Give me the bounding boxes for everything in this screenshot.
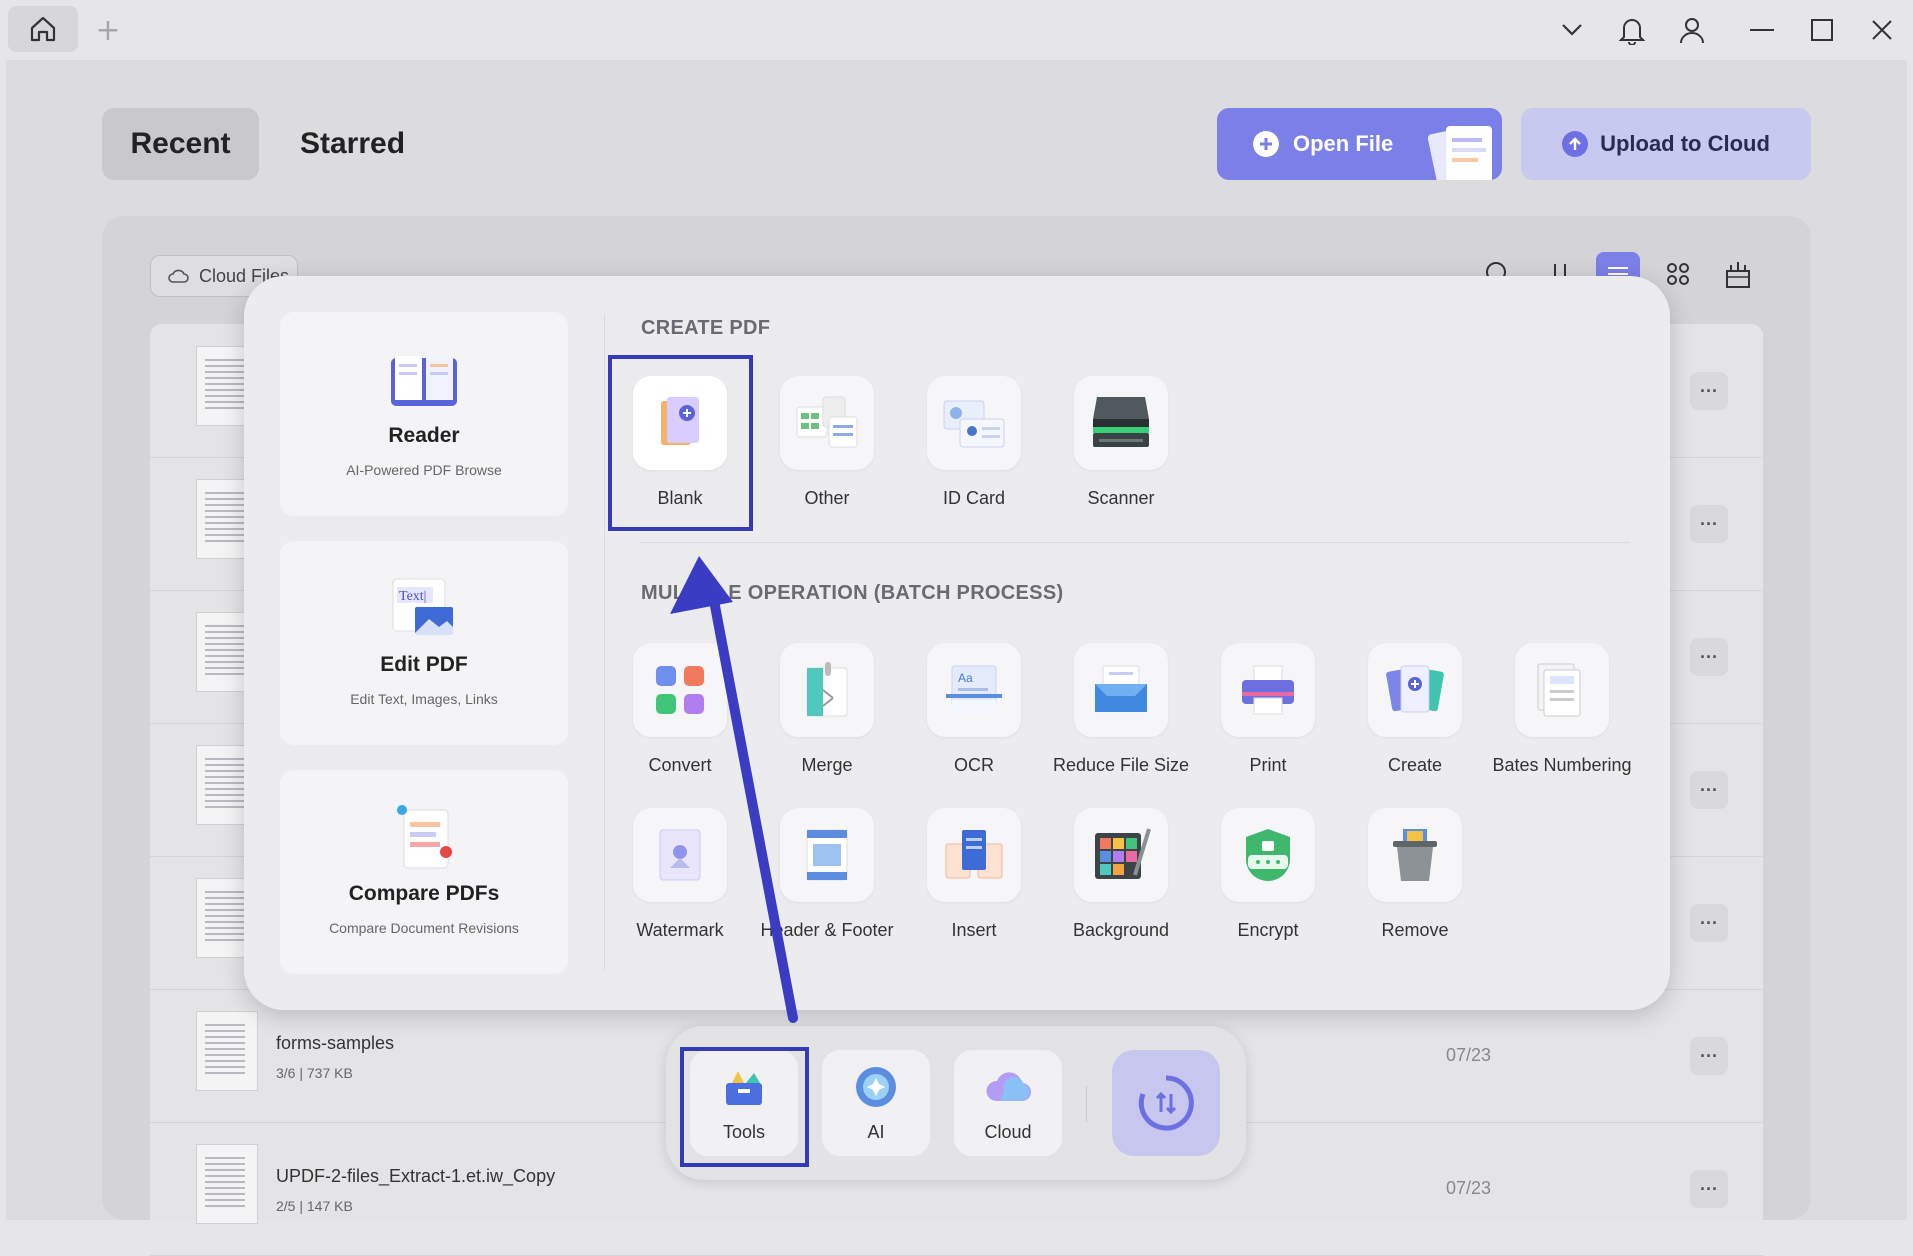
book-icon — [387, 342, 461, 416]
sync-icon — [1138, 1075, 1194, 1131]
convert-icon — [633, 643, 727, 737]
home-icon — [30, 16, 56, 42]
ai-assistant-icon — [851, 1062, 901, 1112]
divider — [640, 542, 1630, 543]
upload-to-cloud-button[interactable]: Upload to Cloud — [1521, 108, 1811, 180]
bell-icon[interactable] — [1614, 12, 1650, 48]
compare-pdfs-card[interactable]: Compare PDFs Compare Document Revisions — [280, 770, 568, 974]
highlight-box-tools — [680, 1047, 809, 1167]
file-date: 07/23 — [1446, 1178, 1492, 1198]
other-formats-icon — [780, 376, 874, 470]
open-file-button[interactable]: Open File — [1217, 108, 1502, 180]
ocr-icon: Aa — [927, 643, 1021, 737]
scanner-tool[interactable]: Scanner — [1046, 376, 1196, 526]
insert-page-icon — [927, 808, 1021, 902]
title-bar: + — [0, 0, 1913, 60]
more-options-button[interactable]: ··· — [1690, 771, 1728, 809]
upload-label: Upload to Cloud — [1600, 131, 1770, 156]
reader-card[interactable]: Reader AI-Powered PDF Browse — [280, 312, 568, 516]
tab-recent[interactable]: Recent — [102, 108, 259, 180]
edit-text-icon: Text| — [387, 571, 461, 645]
svg-text:Aa: Aa — [958, 671, 973, 685]
bates-numbering-tool[interactable]: Bates Numbering — [1487, 643, 1637, 793]
compare-icon — [387, 800, 461, 874]
file-name: forms-samples — [276, 1033, 395, 1053]
card-title: Reader — [388, 424, 460, 447]
upload-icon — [1562, 131, 1589, 157]
home-tab[interactable] — [8, 6, 78, 52]
file-thumbnail — [196, 1011, 258, 1091]
svg-text:Text|: Text| — [399, 589, 426, 604]
more-options-button[interactable]: ··· — [1690, 904, 1728, 942]
grid-view-icon[interactable] — [1656, 252, 1700, 296]
more-options-button[interactable]: ··· — [1690, 505, 1728, 543]
more-options-button[interactable]: ··· — [1690, 1037, 1728, 1075]
scanner-icon — [1074, 376, 1168, 470]
palette-icon — [1074, 808, 1168, 902]
cloud-icon — [983, 1062, 1033, 1112]
user-icon[interactable] — [1674, 12, 1710, 48]
create-doc-icon — [1368, 643, 1462, 737]
more-options-button[interactable]: ··· — [1690, 372, 1728, 410]
documents-icon — [1427, 126, 1492, 180]
cloud-icon — [168, 269, 189, 283]
watermark-icon — [633, 808, 727, 902]
close-icon[interactable] — [1864, 12, 1900, 48]
dock-cloud-button[interactable]: Cloud — [954, 1050, 1062, 1156]
tool-label: Scanner — [1087, 488, 1155, 508]
edit-pdf-card[interactable]: Text| Edit PDF Edit Text, Images, Links — [280, 541, 568, 745]
sync-button[interactable] — [1112, 1050, 1220, 1156]
remove-tool[interactable]: Remove — [1340, 808, 1490, 958]
tools-popup: Reader AI-Powered PDF Browse Text| Edit … — [244, 276, 1670, 1010]
open-file-label: Open File — [1293, 131, 1394, 156]
chevron-down-icon[interactable] — [1554, 12, 1590, 48]
dock-label: AI — [867, 1122, 885, 1142]
printer-icon — [1221, 643, 1315, 737]
card-subtitle: AI-Powered PDF Browse — [346, 462, 502, 478]
merge-icon — [780, 643, 874, 737]
more-options-button[interactable]: ··· — [1690, 1170, 1728, 1208]
card-subtitle: Edit Text, Images, Links — [350, 691, 498, 707]
highlight-box-blank — [608, 355, 753, 531]
card-subtitle: Compare Document Revisions — [329, 920, 519, 936]
maximize-icon[interactable] — [1804, 12, 1840, 48]
lock-icon — [1221, 808, 1315, 902]
tool-label: Bates Numbering — [1492, 755, 1632, 775]
tab-starred[interactable]: Starred — [300, 108, 405, 180]
file-meta: 2/5 | 147 KB — [276, 1198, 353, 1214]
bates-numbering-icon — [1515, 643, 1609, 737]
compress-icon — [1074, 643, 1168, 737]
trash-icon — [1368, 808, 1462, 902]
batch-process-title: MULTIPLE OPERATION (BATCH PROCESS) — [641, 582, 1064, 604]
dock-ai-button[interactable]: AI — [822, 1050, 930, 1156]
file-thumbnail — [196, 1144, 258, 1224]
new-tab-button[interactable]: + — [95, 10, 121, 50]
create-pdf-title: CREATE PDF — [641, 317, 771, 339]
file-meta: 3/6 | 737 KB — [276, 1065, 353, 1081]
id-card-icon — [927, 376, 1021, 470]
divider — [1086, 1086, 1087, 1122]
dock-label: Cloud — [984, 1122, 1032, 1142]
header-footer-icon — [780, 808, 874, 902]
clean-icon[interactable] — [1716, 252, 1760, 296]
more-options-button[interactable]: ··· — [1690, 638, 1728, 676]
file-name: UPDF-2-files_Extract-1.et.iw_Copy — [276, 1166, 556, 1186]
plus-circle-icon — [1253, 131, 1279, 157]
minimize-icon[interactable] — [1744, 12, 1780, 48]
tool-label: Remove — [1381, 920, 1449, 940]
file-date: 07/23 — [1446, 1045, 1492, 1065]
card-title: Edit PDF — [380, 653, 468, 676]
card-title: Compare PDFs — [348, 882, 500, 905]
